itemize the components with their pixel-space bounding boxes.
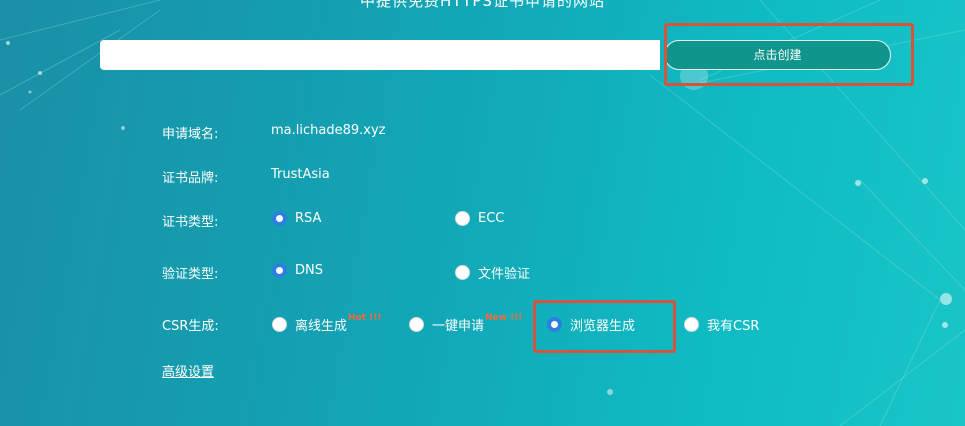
hot-tag: Hot !!! (348, 312, 382, 323)
radio-dns[interactable]: DNS (272, 263, 323, 278)
highlight-box-browser-generate (533, 300, 676, 353)
highlight-box-create (664, 23, 914, 86)
radio-have-csr-indicator[interactable] (684, 317, 699, 332)
radio-offline-indicator[interactable] (272, 317, 287, 332)
radio-ecc[interactable]: ECC (455, 211, 504, 226)
radio-have-csr-label: 我有CSR (707, 319, 760, 334)
radio-dns-label: DNS (295, 263, 323, 278)
domain-label: 申请域名: (162, 127, 219, 142)
cert-type-label: 证书类型: (162, 215, 219, 230)
new-tag: New !!! (485, 312, 523, 323)
verify-type-label: 验证类型: (162, 267, 219, 282)
radio-offline-generate[interactable]: 离线生成 Hot !!! (272, 312, 382, 334)
radio-file-verify-label: 文件验证 (478, 267, 531, 282)
page-heading: 中提供免费HTTPS证书申请的网站 (360, 0, 605, 10)
radio-dns-indicator[interactable] (272, 263, 287, 278)
radio-rsa-label: RSA (295, 211, 322, 226)
radio-ecc-indicator[interactable] (455, 211, 470, 226)
radio-rsa-indicator[interactable] (272, 211, 287, 226)
csr-label: CSR生成: (162, 319, 219, 334)
radio-one-click-label: 一键申请 (432, 319, 485, 334)
radio-have-csr[interactable]: 我有CSR (684, 315, 759, 334)
radio-file-verify[interactable]: 文件验证 (455, 263, 530, 282)
radio-file-verify-indicator[interactable] (455, 265, 470, 280)
brand-value: TrustAsia (271, 167, 330, 182)
radio-one-click-apply[interactable]: 一键申请 New !!! (409, 312, 523, 334)
domain-input[interactable] (100, 40, 660, 70)
radio-offline-label: 离线生成 (295, 319, 348, 334)
brand-label: 证书品牌: (162, 171, 219, 186)
radio-rsa[interactable]: RSA (272, 211, 321, 226)
advanced-settings-link[interactable]: 高级设置 (162, 361, 214, 380)
domain-value: ma.lichade89.xyz (271, 123, 386, 138)
radio-one-click-indicator[interactable] (409, 317, 424, 332)
radio-ecc-label: ECC (478, 211, 505, 226)
